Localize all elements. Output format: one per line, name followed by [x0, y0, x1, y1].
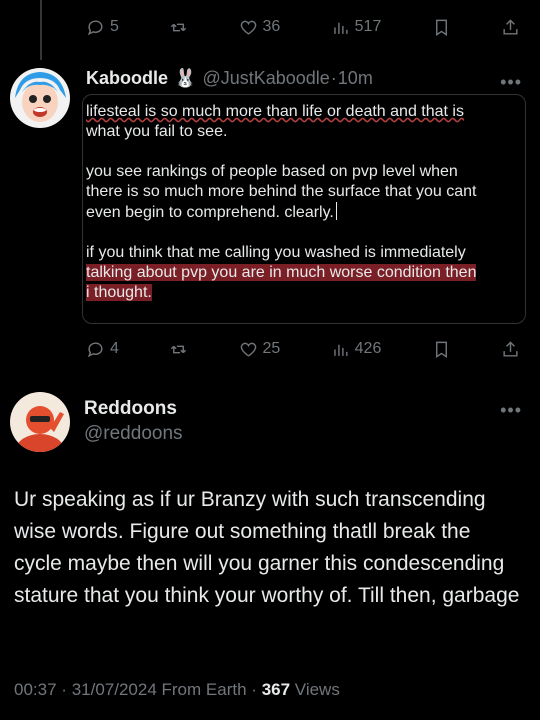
repost-icon	[171, 345, 187, 353]
repost-button[interactable]	[169, 18, 188, 37]
text-line: there is so much more behind the surface…	[86, 183, 477, 200]
views-icon	[333, 22, 348, 34]
bookmark-button[interactable]	[432, 340, 451, 359]
reply-count: 4	[110, 340, 119, 357]
share-icon	[503, 340, 518, 357]
like-button[interactable]: 25	[239, 340, 281, 359]
kaboodle-timestamp[interactable]: 10m	[338, 68, 373, 89]
top-action-bar: 5 36 517	[86, 12, 520, 42]
reddoons-avatar[interactable]	[10, 392, 70, 452]
share-icon	[503, 18, 518, 35]
separator-dot: ·	[251, 680, 257, 699]
text-line: lifesteal is so much more than life or d…	[86, 103, 464, 120]
views-number: 367	[261, 680, 291, 699]
kaboodle-avatar[interactable]	[10, 68, 70, 128]
reddoons-tweet-text: Ur speaking as if ur Branzy with such tr…	[14, 488, 520, 607]
views-icon	[333, 344, 348, 356]
more-options-icon[interactable]: •••	[500, 72, 522, 93]
reply-icon	[87, 341, 103, 357]
kaboodle-display-name[interactable]: Kaboodle	[86, 68, 168, 89]
bookmark-button[interactable]	[432, 18, 451, 37]
post-source: From Earth	[161, 680, 247, 699]
text-line: even begin to comprehend. clearly.	[86, 204, 334, 221]
bookmark-icon	[435, 19, 447, 36]
kaboodle-handle[interactable]: @JustKaboodle	[202, 68, 329, 89]
text-cursor	[335, 202, 337, 220]
reply-button[interactable]: 4	[86, 340, 119, 359]
heart-icon	[240, 342, 256, 357]
repost-button[interactable]	[169, 340, 188, 359]
views-count: 517	[354, 18, 382, 35]
kaboodle-avatar-image	[10, 68, 70, 128]
reddoons-display-name[interactable]: Reddoons	[84, 398, 177, 420]
reply-icon	[87, 19, 103, 35]
quoted-action-bar: 4 25 426	[86, 334, 520, 364]
post-date[interactable]: 31/07/2024	[72, 680, 157, 699]
heart-icon	[240, 20, 256, 35]
kaboodle-name-row: Kaboodle 🐰 @JustKaboodle · 10m	[86, 68, 373, 89]
views-label: Views	[294, 680, 340, 699]
text-line: what you fail to see.	[86, 123, 228, 140]
repost-icon	[171, 23, 187, 31]
highlighted-text: i thought.	[86, 284, 152, 301]
bookmark-icon	[435, 341, 447, 358]
thread-line	[40, 0, 42, 60]
highlighted-text: talking about pvp you are in much worse …	[86, 264, 477, 281]
like-count: 25	[262, 340, 281, 357]
reddoons-name-row: Reddoons	[84, 398, 177, 420]
like-button[interactable]: 36	[239, 18, 281, 37]
separator-dot: ·	[330, 68, 337, 88]
reddoons-handle[interactable]: @reddoons	[84, 423, 183, 445]
text-line: you see rankings of people based on pvp …	[86, 163, 458, 180]
share-button[interactable]	[501, 18, 520, 37]
views-button[interactable]: 517	[331, 18, 382, 37]
reddoons-handle-row: @reddoons	[84, 423, 183, 445]
reply-button[interactable]: 5	[86, 18, 119, 37]
separator-dot: ·	[61, 680, 67, 699]
text-line: if you think that me calling you washed …	[86, 244, 466, 261]
views-button[interactable]: 426	[331, 340, 382, 359]
bunny-emoji: 🐰	[174, 68, 197, 88]
views-count: 426	[354, 340, 382, 357]
reddoons-avatar-image	[10, 392, 70, 452]
kaboodle-tweet-text: lifesteal is so much more than life or d…	[86, 102, 526, 303]
post-time[interactable]: 00:37	[14, 680, 57, 699]
reply-count: 5	[110, 18, 119, 35]
more-options-icon[interactable]: •••	[500, 400, 522, 421]
like-count: 36	[262, 18, 281, 35]
tweet-meta: 00:37 · 31/07/2024 From Earth · 367 View…	[14, 680, 340, 700]
share-button[interactable]	[501, 340, 520, 359]
